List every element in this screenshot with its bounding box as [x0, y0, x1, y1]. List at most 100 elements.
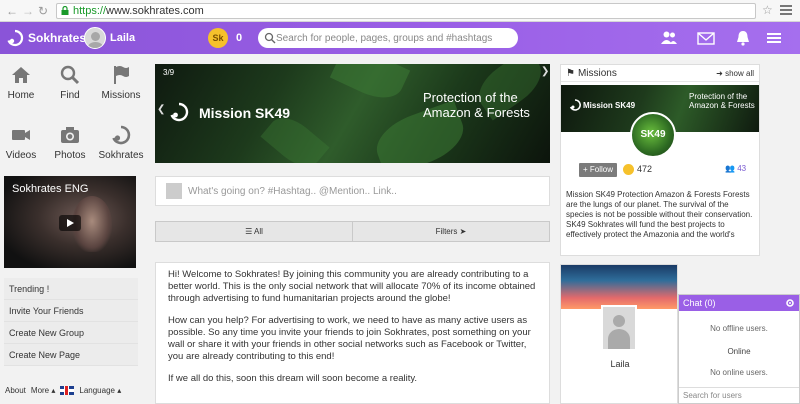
chat-panel: Chat (0) No offline users. Online No onl…	[678, 294, 800, 404]
missions-title-label: Missions	[577, 67, 617, 79]
coin-icon	[623, 164, 634, 175]
members-count-value: 43	[737, 164, 747, 173]
profile-card[interactable]: Laila	[560, 264, 678, 404]
search-input[interactable]	[276, 30, 512, 46]
chat-offline-message: No offline users.	[710, 324, 768, 333]
welcome-paragraph: If we all do this, soon this dream will …	[168, 373, 418, 384]
search-bar	[258, 28, 518, 48]
filter-all-button[interactable]: ☰ All	[156, 222, 353, 241]
mission-badge[interactable]: SK49	[630, 112, 676, 158]
avatar	[166, 183, 182, 199]
avatar	[84, 27, 106, 49]
user-name: Laila	[110, 32, 136, 44]
user-menu[interactable]: Laila	[84, 27, 135, 49]
nav-home[interactable]: Home	[0, 64, 45, 101]
missions-widget: ⚑ Missions ➜ show all Mission SK49 Protec…	[560, 64, 760, 256]
search-icon	[264, 32, 276, 44]
messages-icon[interactable]	[697, 30, 715, 46]
back-arrow-icon[interactable]: ←	[6, 4, 18, 18]
missions-header: ⚑ Missions ➜ show all	[561, 65, 759, 82]
app-header: Sokhrates Laila Sk 0	[0, 22, 800, 54]
bookmark-star-icon[interactable]: ☆	[762, 3, 773, 17]
chat-online-label: Online	[727, 347, 751, 356]
sokhrates-logo-icon	[170, 102, 189, 122]
coin-count: 0	[236, 32, 243, 44]
video-player[interactable]: Sokhrates ENG	[4, 176, 136, 268]
profile-cover	[561, 265, 677, 309]
nav-videos[interactable]: Videos	[0, 124, 45, 161]
address-bar[interactable]: https://www.sokhrates.com	[56, 3, 756, 19]
welcome-post: Hi! Welcome to Sokhrates! By joining thi…	[155, 262, 550, 404]
nav-missions-label: Missions	[101, 90, 141, 101]
coin-badge[interactable]: Sk	[208, 28, 228, 48]
brand-name: Sokhrates	[28, 31, 87, 45]
banner-title: Mission SK49	[199, 105, 291, 121]
chat-online-message: No online users.	[710, 368, 768, 377]
menu-item-create-group[interactable]: Create New Group	[4, 322, 138, 344]
sidebar-footer: About More ▴ Language ▴	[5, 386, 121, 395]
left-sidebar: Home Find Missions Videos Photos Sokhrat…	[0, 54, 146, 404]
post-composer	[155, 176, 550, 206]
gear-icon[interactable]	[785, 298, 795, 308]
welcome-paragraph: Hi! Welcome to Sokhrates! By joining thi…	[168, 269, 536, 304]
side-menu: Trending ! Invite Your Friends Create Ne…	[4, 278, 138, 366]
banner-counter: 3/9	[163, 68, 175, 77]
menu-item-trending[interactable]: Trending !	[4, 278, 138, 300]
language-link[interactable]: Language ▴	[79, 386, 121, 395]
post-input[interactable]	[188, 183, 538, 199]
mission-stats: + Follow 472 👥 43	[579, 163, 749, 177]
nav-videos-label: Videos	[5, 150, 37, 161]
nav-photos-label: Photos	[54, 150, 86, 161]
chat-header[interactable]: Chat (0)	[679, 295, 799, 311]
friends-icon[interactable]	[660, 30, 678, 46]
show-all-link[interactable]: ➜ show all	[716, 69, 754, 78]
nav-home-label: Home	[7, 90, 35, 101]
avatar	[601, 305, 637, 351]
list-icon: ☰	[245, 227, 253, 236]
hamburger-menu-icon[interactable]	[765, 30, 783, 46]
arrow-right-icon: ➤	[459, 227, 467, 236]
banner-prev-icon[interactable]: ❮	[157, 104, 165, 115]
feed-filter-bar: ☰ All Filters ➤	[155, 221, 550, 242]
notifications-bell-icon[interactable]	[734, 30, 752, 46]
browser-menu-icon[interactable]	[780, 5, 792, 16]
banner-foliage	[329, 64, 411, 107]
members-count: 👥 43	[725, 164, 746, 173]
search-icon	[60, 65, 80, 85]
nav-missions[interactable]: Missions	[97, 64, 145, 101]
brand-logo[interactable]: Sokhrates	[6, 28, 86, 48]
flag-icon	[114, 66, 129, 84]
sokhrates-logo-icon	[569, 99, 581, 111]
welcome-paragraph: How can you help? For advertising to wor…	[168, 315, 531, 362]
mission-card-title: Mission SK49	[583, 101, 636, 110]
about-link[interactable]: About	[5, 386, 26, 395]
follow-count: 472	[637, 164, 653, 174]
banner-next-icon[interactable]: ❯	[541, 66, 549, 77]
lock-icon	[61, 6, 69, 15]
nav-find[interactable]: Find	[46, 64, 94, 101]
mission-banner[interactable]: 3/9 ❮ ❯ Mission SK49 Protection of the A…	[155, 64, 550, 163]
profile-name: Laila	[610, 359, 630, 369]
filters-label: Filters	[435, 227, 458, 236]
filter-all-label: All	[254, 227, 263, 236]
users-icon: 👥	[725, 164, 735, 173]
nav-sokhrates[interactable]: Sokhrates	[97, 124, 145, 161]
forward-arrow-icon[interactable]: →	[22, 4, 34, 18]
nav-photos[interactable]: Photos	[46, 124, 94, 161]
missions-title: ⚑ Missions	[566, 68, 617, 79]
reload-icon[interactable]: ↻	[38, 4, 48, 18]
menu-item-create-page[interactable]: Create New Page	[4, 344, 138, 366]
more-link[interactable]: More ▴	[31, 386, 55, 395]
camera-icon	[61, 127, 79, 143]
chat-search-input[interactable]	[679, 387, 799, 403]
video-title: Sokhrates ENG	[12, 183, 89, 195]
nav-sokhrates-label: Sokhrates	[98, 150, 144, 161]
show-all-label: show all	[725, 68, 754, 78]
follow-button[interactable]: + Follow	[579, 163, 618, 177]
filters-button[interactable]: Filters ➤	[353, 222, 549, 241]
play-icon[interactable]	[59, 215, 81, 231]
menu-item-invite-friends[interactable]: Invite Your Friends	[4, 300, 138, 322]
url-host: www.sokhrates.com	[106, 5, 204, 17]
nav-find-label: Find	[60, 90, 80, 101]
flag-icon: ⚑	[566, 67, 575, 79]
